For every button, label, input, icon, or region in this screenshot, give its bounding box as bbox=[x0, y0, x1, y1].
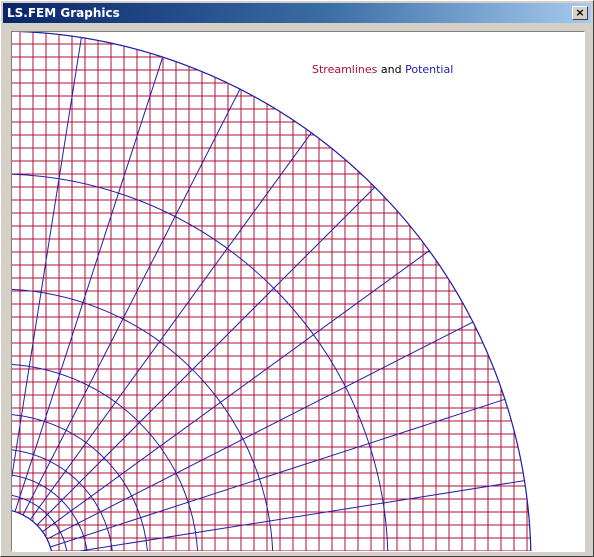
legend-connector: and bbox=[380, 63, 402, 76]
title-bar[interactable]: LS.FEM Graphics × bbox=[3, 3, 591, 23]
plot-legend: Streamlines and Potential bbox=[312, 63, 453, 76]
fem-graphics-window: LS.FEM Graphics × Streamlines and Potent… bbox=[0, 0, 594, 557]
close-button[interactable]: × bbox=[572, 6, 588, 20]
outer-boundary bbox=[18, 32, 532, 551]
mesh-lines bbox=[12, 32, 531, 551]
legend-potential: Potential bbox=[405, 63, 454, 76]
flow-mesh-plot bbox=[12, 32, 532, 551]
radial-element-edge bbox=[52, 480, 525, 551]
graphics-canvas: Streamlines and Potential bbox=[11, 31, 585, 552]
legend-streamlines: Streamlines bbox=[312, 63, 378, 76]
arc-element-edge bbox=[12, 32, 531, 551]
radial-element-edge bbox=[12, 37, 82, 510]
close-icon: × bbox=[575, 6, 585, 19]
window-title: LS.FEM Graphics bbox=[7, 6, 120, 20]
